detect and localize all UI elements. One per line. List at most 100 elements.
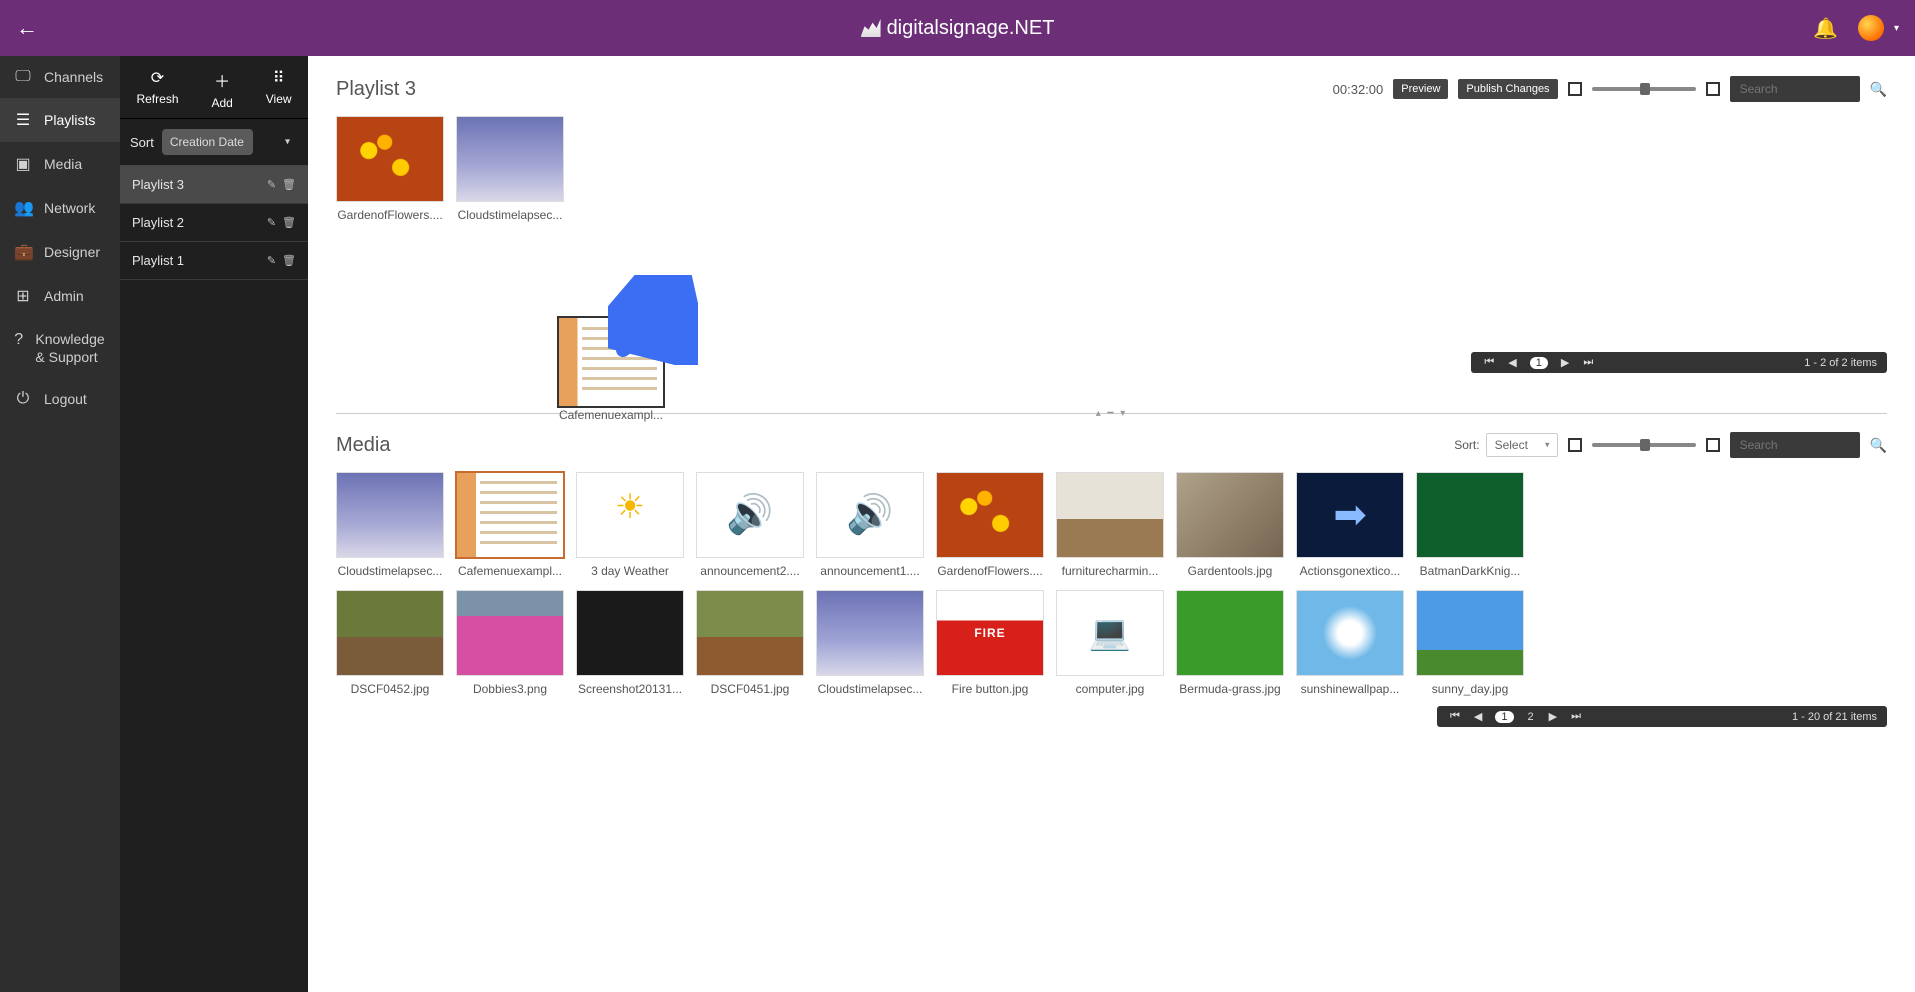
search-icon[interactable]: 🔍 — [1870, 437, 1887, 454]
brand-name: digitalsignage.NET — [887, 17, 1055, 40]
thumbnail — [1176, 472, 1284, 558]
nav-playlists[interactable]: ☰Playlists — [0, 98, 120, 142]
media-tile[interactable]: DSCF0451.jpg — [696, 590, 804, 696]
nav-channels[interactable]: 🖵Channels — [0, 56, 120, 98]
media-tile[interactable]: Cloudstimelapsec... — [336, 472, 444, 578]
nav-designer[interactable]: 💼Designer — [0, 230, 120, 274]
preview-button[interactable]: Preview — [1393, 79, 1448, 99]
media-tile[interactable]: Actionsgonextico... — [1296, 472, 1404, 578]
delete-icon[interactable]: 🗑 — [282, 216, 296, 229]
media-tile[interactable]: computer.jpg — [1056, 590, 1164, 696]
media-tile[interactable]: 3 day Weather — [576, 472, 684, 578]
media-tile[interactable]: Cafemenuexampl... — [456, 472, 564, 578]
pager-first-icon[interactable]: ⏮ — [1481, 356, 1497, 369]
playlist-row-2[interactable]: Playlist 2 ✎🗑 — [120, 204, 308, 242]
media-tile[interactable]: announcement1.... — [816, 472, 924, 578]
avatar[interactable] — [1858, 15, 1884, 41]
edit-icon[interactable]: ✎ — [267, 178, 276, 191]
pager-page-1[interactable]: 1 — [1495, 711, 1513, 723]
playlists-list: Playlist 3 ✎🗑 Playlist 2 ✎🗑 Playlist 1 ✎… — [120, 165, 308, 280]
pager-prev-icon[interactable]: ◀ — [1505, 356, 1519, 369]
topbar-right: 🔔 ▾ — [1813, 15, 1899, 41]
view-button[interactable]: ⠿View — [266, 68, 292, 110]
media-tile[interactable]: Cloudstimelapsec... — [816, 590, 924, 696]
media-tile[interactable]: sunshinewallpap... — [1296, 590, 1404, 696]
nav-knowledge-support[interactable]: ?Knowledge & Support — [0, 318, 120, 378]
playlist-row-3[interactable]: Playlist 3 ✎🗑 — [120, 166, 308, 204]
brand[interactable]: digitalsignage.NET — [861, 17, 1055, 40]
media-tile[interactable]: Dobbies3.png — [456, 590, 564, 696]
thumbnail — [816, 472, 924, 558]
layout-toggle-1-icon[interactable] — [1568, 82, 1582, 96]
playlist-header: Playlist 3 00:32:00 Preview Publish Chan… — [336, 76, 1887, 102]
media-search-input[interactable] — [1730, 432, 1860, 458]
nav-admin-label: Admin — [44, 288, 84, 304]
playlist-search-input[interactable] — [1730, 76, 1860, 102]
media-layout-toggle-1-icon[interactable] — [1568, 438, 1582, 452]
media-tile[interactable]: Bermuda-grass.jpg — [1176, 590, 1284, 696]
playlist-row-1[interactable]: Playlist 1 ✎🗑 — [120, 242, 308, 280]
playlist-title: Playlist 3 — [336, 78, 416, 101]
thumbnail — [936, 472, 1044, 558]
pager-page[interactable]: 1 — [1530, 357, 1548, 369]
back-arrow-icon[interactable]: ← — [16, 15, 38, 41]
tile-label: DSCF0452.jpg — [336, 682, 444, 696]
thumbnail — [1296, 472, 1404, 558]
zoom-slider[interactable] — [1592, 87, 1696, 91]
delete-icon[interactable]: 🗑 — [282, 254, 296, 267]
media-tile[interactable]: BatmanDarkKnig... — [1416, 472, 1524, 578]
nav-media[interactable]: ▣Media — [0, 142, 120, 186]
pager-prev-icon[interactable]: ◀ — [1471, 710, 1485, 723]
nav-admin[interactable]: ⊞Admin — [0, 274, 120, 318]
delete-icon[interactable]: 🗑 — [282, 178, 296, 191]
playlists-panel: ⟳Refresh ＋Add ⠿View Sort Creation Date P… — [120, 56, 308, 992]
resize-grip-icon[interactable]: ▴ ━ ▾ — [1096, 408, 1128, 419]
sort-select-wrap[interactable]: Creation Date — [162, 129, 298, 155]
thumbnail — [336, 116, 444, 202]
media-tile[interactable]: Screenshot20131... — [576, 590, 684, 696]
publish-button[interactable]: Publish Changes — [1458, 79, 1557, 99]
pager-last-icon[interactable]: ⏭ — [1568, 710, 1584, 723]
thumbnail — [936, 590, 1044, 676]
avatar-caret-icon[interactable]: ▾ — [1894, 23, 1899, 34]
pager-first-icon[interactable]: ⏮ — [1447, 710, 1463, 723]
edit-icon[interactable]: ✎ — [267, 254, 276, 267]
layout-toggle-2-icon[interactable] — [1706, 82, 1720, 96]
nav-knowledge-support-label: Knowledge & Support — [35, 330, 106, 366]
edit-icon[interactable]: ✎ — [267, 216, 276, 229]
media-tile[interactable]: Fire button.jpg — [936, 590, 1044, 696]
sort-select[interactable]: Creation Date — [162, 129, 253, 155]
media-sort-select[interactable]: Select — [1486, 433, 1558, 457]
search-icon[interactable]: 🔍 — [1870, 81, 1887, 98]
thumbnail — [1416, 472, 1524, 558]
users-icon: 👥 — [14, 198, 32, 218]
media-tile[interactable]: GardenofFlowers.... — [336, 116, 444, 222]
media-layout-toggle-2-icon[interactable] — [1706, 438, 1720, 452]
media-tile[interactable]: announcement2.... — [696, 472, 804, 578]
thumbnail — [576, 472, 684, 558]
media-tile[interactable]: Cloudstimelapsec... — [456, 116, 564, 222]
pager-next-icon[interactable]: ▶ — [1546, 710, 1560, 723]
media-zoom-slider[interactable] — [1592, 443, 1696, 447]
pager-last-icon[interactable]: ⏭ — [1580, 356, 1596, 369]
media-tile[interactable]: Gardentools.jpg — [1176, 472, 1284, 578]
media-tile[interactable]: sunny_day.jpg — [1416, 590, 1524, 696]
media-tile[interactable]: furniturecharmin... — [1056, 472, 1164, 578]
pager-next-icon[interactable]: ▶ — [1558, 356, 1572, 369]
nav-logout[interactable]: ⏻Logout — [0, 378, 120, 420]
tile-label: Cloudstimelapsec... — [456, 208, 564, 222]
pager-page-2[interactable]: 2 — [1524, 711, 1538, 723]
thumbnail — [1416, 590, 1524, 676]
add-button[interactable]: ＋Add — [211, 68, 232, 110]
media-tile[interactable]: DSCF0452.jpg — [336, 590, 444, 696]
tile-label: Bermuda-grass.jpg — [1176, 682, 1284, 696]
briefcase-icon: 💼 — [14, 242, 32, 262]
power-icon: ⏻ — [14, 390, 32, 408]
media-sort: Sort: Select — [1454, 433, 1557, 457]
refresh-button[interactable]: ⟳Refresh — [136, 68, 178, 110]
media-tile[interactable]: GardenofFlowers.... — [936, 472, 1044, 578]
notifications-icon[interactable]: 🔔 — [1813, 16, 1838, 41]
tile-label: BatmanDarkKnig... — [1416, 564, 1524, 578]
media-sort-select-wrap[interactable]: Select — [1486, 433, 1558, 457]
nav-network[interactable]: 👥Network — [0, 186, 120, 230]
